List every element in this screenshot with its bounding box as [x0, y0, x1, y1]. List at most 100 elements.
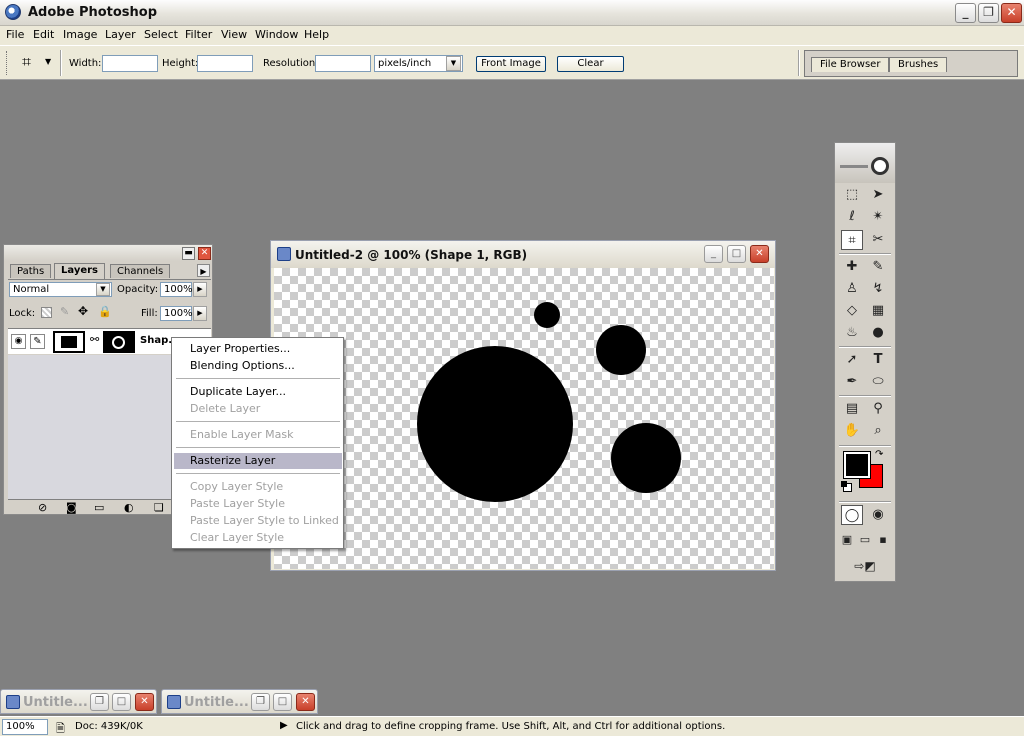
lock-transparency-icon[interactable] — [41, 307, 52, 318]
menu-select[interactable]: Select — [144, 28, 178, 41]
menu-edit[interactable]: Edit — [33, 28, 54, 41]
close-button[interactable]: ✕ — [1001, 3, 1022, 23]
new-layer-icon[interactable]: ❏ — [154, 501, 164, 514]
tool-preset-dropdown-arrow-icon[interactable]: ▼ — [45, 57, 51, 66]
menu-help[interactable]: Help — [304, 28, 329, 41]
menu-view[interactable]: View — [221, 28, 247, 41]
lock-position-move-icon[interactable]: ✥ — [78, 304, 88, 318]
minimized-restore-button[interactable]: ❐ — [90, 693, 109, 711]
foreground-color-swatch[interactable] — [843, 451, 871, 479]
minimized-close-button[interactable]: ✕ — [135, 693, 154, 711]
type-tool-icon[interactable]: T — [867, 350, 889, 370]
menu-filter[interactable]: Filter — [185, 28, 212, 41]
minimized-restore-button[interactable]: ❐ — [251, 693, 270, 711]
layer-fill-thumbnail[interactable] — [53, 331, 85, 353]
hand-tool-icon[interactable]: ✋ — [841, 421, 863, 441]
zoom-level-input[interactable]: 100% — [2, 719, 48, 735]
default-colors-icon[interactable] — [841, 481, 852, 492]
layer-vector-mask-thumbnail[interactable] — [103, 331, 135, 353]
menu-item-blending-options[interactable]: Blending Options... — [174, 358, 342, 374]
layer-visibility-eye-icon[interactable]: ◉ — [11, 334, 26, 349]
minimized-close-button[interactable]: ✕ — [296, 693, 315, 711]
menu-item-duplicate-layer[interactable]: Duplicate Layer... — [174, 384, 342, 400]
resolution-unit-dropdown-icon[interactable]: ▼ — [446, 56, 461, 71]
lock-all-icon[interactable]: 🔒 — [98, 305, 112, 318]
tools-palette-header[interactable] — [835, 143, 895, 183]
document-titlebar[interactable]: Untitled-2 @ 100% (Shape 1, RGB) _ □ ✕ — [271, 241, 775, 268]
photoshop-eye-logo-icon[interactable] — [871, 157, 889, 175]
tab-file-browser[interactable]: File Browser — [811, 57, 890, 72]
minimized-maximize-button[interactable]: □ — [112, 693, 131, 711]
fill-slider-arrow-icon[interactable]: ▶ — [193, 306, 207, 321]
swap-colors-icon[interactable]: ↷ — [875, 449, 883, 460]
palette-menu-arrow-icon[interactable]: ▶ — [197, 264, 210, 277]
width-input[interactable] — [102, 55, 158, 72]
minimized-document-1[interactable]: Untitle... ❐ □ ✕ — [0, 689, 157, 714]
height-input[interactable] — [197, 55, 253, 72]
magic-wand-tool-icon[interactable]: ✴ — [867, 207, 889, 227]
restore-button[interactable]: ❐ — [978, 3, 999, 23]
document-minimize-button[interactable]: _ — [704, 245, 723, 263]
minimized-document-2[interactable]: Untitle... ❐ □ ✕ — [161, 689, 318, 714]
screen-mode-full-menu-icon[interactable]: ▭ — [856, 530, 874, 550]
blur-tool-icon[interactable]: ♨ — [841, 323, 863, 343]
screen-mode-standard-icon[interactable]: ▣ — [838, 530, 856, 550]
clear-button[interactable]: Clear — [557, 56, 624, 72]
opacity-slider-arrow-icon[interactable]: ▶ — [193, 282, 207, 297]
menu-item-layer-properties[interactable]: Layer Properties... — [174, 341, 342, 357]
opacity-input[interactable]: 100% — [160, 282, 193, 297]
dodge-tool-icon[interactable]: ● — [867, 323, 889, 343]
minimized-maximize-button[interactable]: □ — [273, 693, 292, 711]
menu-file[interactable]: File — [6, 28, 24, 41]
new-adjustment-layer-icon[interactable]: ◐ — [124, 501, 134, 514]
zoom-tool-icon[interactable]: ⌕ — [867, 421, 889, 441]
options-grip[interactable] — [6, 51, 8, 75]
clone-stamp-tool-icon[interactable]: ♙ — [841, 279, 863, 299]
ellipse-shape-tool-icon[interactable]: ⬭ — [867, 372, 889, 392]
lock-image-brush-icon[interactable]: ✎ — [60, 305, 69, 318]
add-layer-style-icon[interactable]: ⊘ — [38, 501, 47, 514]
document-icon[interactable] — [277, 247, 291, 261]
add-layer-mask-icon[interactable]: ◙ — [66, 501, 77, 514]
photoshop-app-icon[interactable] — [5, 4, 21, 20]
fill-input[interactable]: 100% — [160, 306, 193, 321]
layer-brush-icon[interactable]: ✎ — [30, 334, 45, 349]
notes-tool-icon[interactable]: ▤ — [841, 399, 863, 419]
document-canvas[interactable] — [274, 268, 774, 569]
screen-mode-full-icon[interactable]: ▪ — [874, 530, 892, 550]
new-layer-set-folder-icon[interactable]: ▭ — [94, 501, 104, 514]
tab-paths[interactable]: Paths — [10, 264, 52, 278]
tab-channels[interactable]: Channels — [110, 264, 171, 278]
menu-item-rasterize-layer[interactable]: Rasterize Layer — [174, 453, 342, 469]
pen-tool-icon[interactable]: ✒ — [841, 372, 863, 392]
standard-mode-icon[interactable]: ◯ — [841, 505, 863, 525]
quick-mask-mode-icon[interactable]: ◉ — [867, 505, 889, 525]
front-image-button[interactable]: Front Image — [476, 56, 546, 72]
lasso-tool-icon[interactable]: ℓ — [841, 207, 863, 227]
layers-palette-titlebar[interactable] — [4, 245, 212, 261]
palette-minimize-button[interactable]: ▬ — [182, 247, 195, 260]
menu-layer[interactable]: Layer — [105, 28, 136, 41]
menu-image[interactable]: Image — [63, 28, 97, 41]
document-profile-icon[interactable]: 🗎 — [56, 720, 65, 736]
gradient-tool-icon[interactable]: ▦ — [867, 301, 889, 321]
document-close-button[interactable]: ✕ — [750, 245, 769, 263]
resolution-input[interactable] — [315, 55, 371, 72]
crop-tool-preset-icon[interactable]: ⌗ — [22, 52, 31, 72]
slice-tool-icon[interactable]: ✂ — [867, 230, 889, 250]
brush-tool-icon[interactable]: ✎ — [867, 257, 889, 277]
eraser-tool-icon[interactable]: ◇ — [841, 301, 863, 321]
healing-brush-tool-icon[interactable]: ✚ — [841, 257, 863, 277]
menu-window[interactable]: Window — [255, 28, 298, 41]
layer-link-chain-icon[interactable]: ⚯ — [90, 333, 99, 346]
history-brush-tool-icon[interactable]: ↯ — [867, 279, 889, 299]
move-tool-icon[interactable]: ➤ — [867, 185, 889, 205]
path-selection-tool-icon[interactable]: ➚ — [841, 350, 863, 370]
palette-close-button[interactable]: ✕ — [198, 247, 211, 260]
document-maximize-button[interactable]: □ — [727, 245, 746, 263]
crop-tool-icon[interactable]: ⌗ — [841, 230, 863, 250]
eyedropper-tool-icon[interactable]: ⚲ — [867, 399, 889, 419]
marquee-tool-icon[interactable]: ⬚ — [841, 185, 863, 205]
status-menu-arrow-icon[interactable]: ▶ — [280, 720, 288, 731]
tab-layers[interactable]: Layers — [54, 263, 105, 279]
